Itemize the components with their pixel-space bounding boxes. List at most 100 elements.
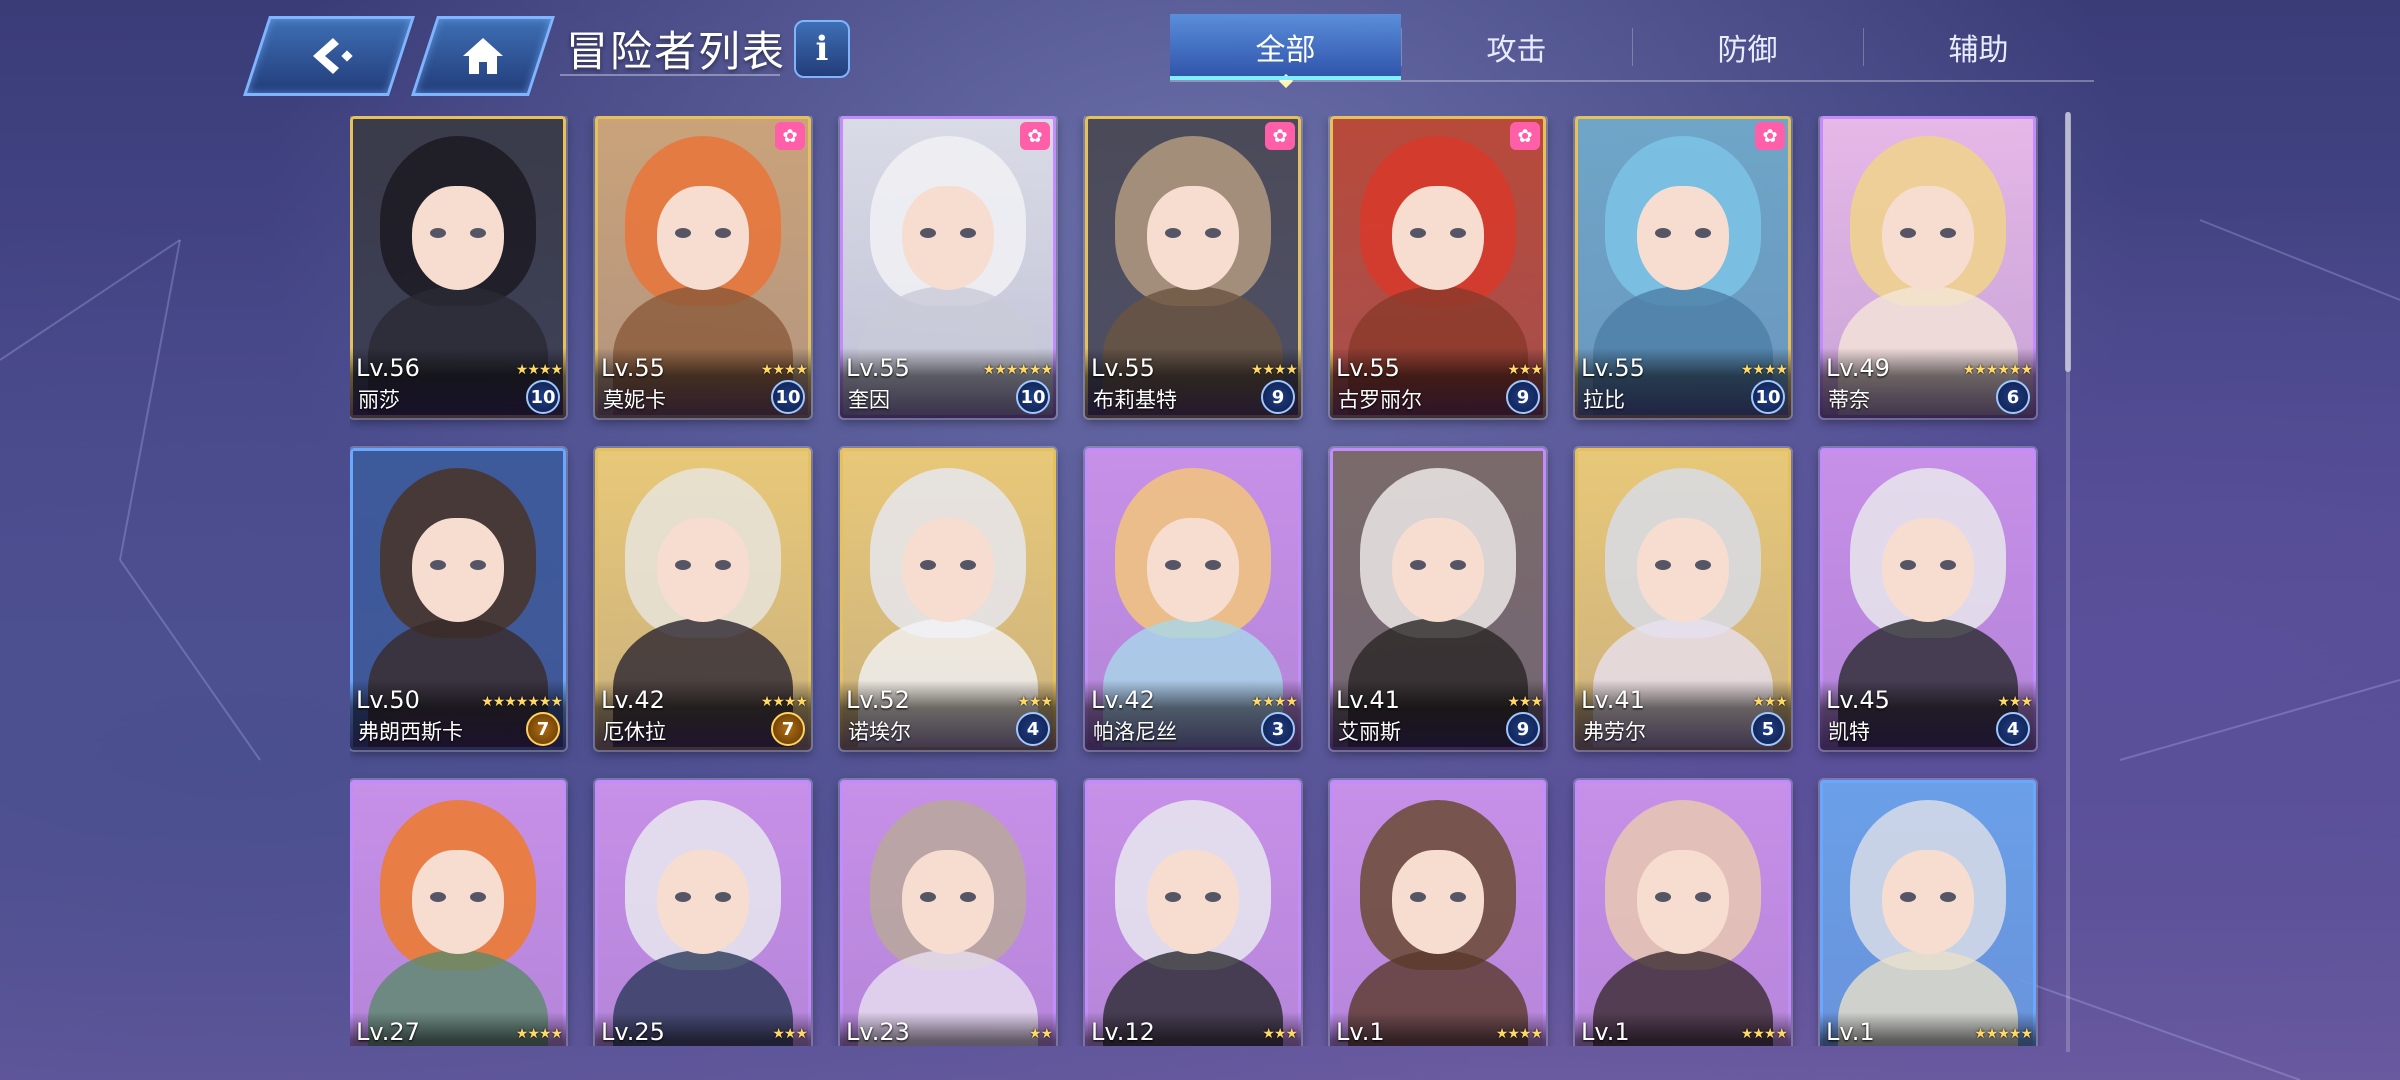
rank-badge: 9	[1261, 380, 1295, 414]
adventurer-card[interactable]: Lv.50 ★★★★★★★ 弗朗西斯卡 7	[350, 448, 566, 750]
adventurer-card[interactable]: Lv.42 ★★★★ 厄休拉 7	[595, 448, 811, 750]
rarity-frame	[1330, 780, 1546, 1046]
rarity-frame	[840, 780, 1056, 1046]
adventurer-card[interactable]: ✿ Lv.55 ★★★ 古罗丽尔 9	[1330, 116, 1546, 418]
adventurer-grid: Lv.56 ★★★★ 丽莎 10 ✿ Lv.55 ★★★★ 莫妮卡 10 ✿ Lv.55 ★★★★★★…	[350, 116, 2050, 1046]
star-rating: ★★★★	[760, 694, 808, 710]
level-label: Lv.50	[356, 686, 420, 714]
level-label: Lv.52	[846, 686, 910, 714]
level-label: Lv.12	[1091, 1018, 1155, 1046]
star-rating: ★★★	[1017, 694, 1053, 710]
adventurer-card[interactable]: ✿ Lv.55 ★★★★ 布莉基特 9	[1085, 116, 1301, 418]
paw-icon: ✿	[1265, 122, 1295, 150]
adventurer-card[interactable]: Lv.52 ★★★ 诺埃尔 4	[840, 448, 1056, 750]
star-rating: ★★★	[1752, 694, 1788, 710]
scrollbar-thumb[interactable]	[2065, 112, 2071, 372]
character-name: 弗朗西斯卡	[358, 720, 463, 744]
home-icon	[427, 19, 539, 93]
back-button[interactable]	[243, 16, 415, 96]
star-rating: ★★★	[1507, 362, 1543, 378]
rank-badge: 3	[1261, 712, 1295, 746]
level-label: Lv.42	[601, 686, 665, 714]
adventurer-card[interactable]: Lv.41 ★★★ 艾丽斯 9	[1330, 448, 1546, 750]
tab-label: 全部	[1255, 33, 1316, 68]
level-label: Lv.42	[1091, 686, 1155, 714]
rank-badge: 7	[526, 712, 560, 746]
star-rating: ★★★★	[515, 1026, 563, 1042]
tab-label: 攻击	[1486, 33, 1547, 68]
rarity-frame	[1575, 780, 1791, 1046]
adventurer-card[interactable]: ✿ Lv.55 ★★★★ 莫妮卡 10	[595, 116, 811, 418]
rank-badge: 10	[1751, 380, 1785, 414]
character-name: 诺埃尔	[848, 720, 911, 744]
level-label: Lv.45	[1826, 686, 1890, 714]
rank-badge: 9	[1506, 712, 1540, 746]
adventurer-card[interactable]: Lv.1 ★★★★	[1330, 780, 1546, 1046]
level-label: Lv.23	[846, 1018, 910, 1046]
character-name: 古罗丽尔	[1338, 388, 1422, 412]
paw-icon: ✿	[775, 122, 805, 150]
star-rating: ★★★★★	[1974, 1026, 2033, 1042]
adventurer-card[interactable]: Lv.42 ★★★★ 帕洛尼丝 3	[1085, 448, 1301, 750]
adventurer-card[interactable]: Lv.1 ★★★★	[1575, 780, 1791, 1046]
rank-badge: 7	[771, 712, 805, 746]
star-rating: ★★★★	[1250, 362, 1298, 378]
paw-icon: ✿	[1020, 122, 1050, 150]
tabs-divider	[1170, 80, 2094, 82]
character-name: 拉比	[1583, 388, 1625, 412]
level-label: Lv.56	[356, 354, 420, 382]
tab-label: 辅助	[1948, 33, 2009, 68]
star-rating: ★★★	[1997, 694, 2033, 710]
adventurer-card[interactable]: Lv.1 ★★★★★	[1820, 780, 2036, 1046]
adventurer-card[interactable]: Lv.27 ★★★★	[350, 780, 566, 1046]
level-label: Lv.1	[1826, 1018, 1875, 1046]
rank-badge: 9	[1506, 380, 1540, 414]
rank-badge: 6	[1996, 380, 2030, 414]
adventurer-card[interactable]: Lv.45 ★★★ 凯特 4	[1820, 448, 2036, 750]
home-button[interactable]	[411, 16, 555, 96]
level-label: Lv.55	[601, 354, 665, 382]
level-label: Lv.55	[1581, 354, 1645, 382]
level-label: Lv.41	[1581, 686, 1645, 714]
star-rating: ★★★★	[1740, 362, 1788, 378]
adventurer-card[interactable]: ✿ Lv.55 ★★★★ 拉比 10	[1575, 116, 1791, 418]
star-rating: ★★★★★★	[1962, 362, 2033, 378]
adventurer-card[interactable]: Lv.41 ★★★ 弗劳尔 5	[1575, 448, 1791, 750]
star-rating: ★★★★	[760, 362, 808, 378]
adventurer-card[interactable]: Lv.49 ★★★★★★ 蒂奈 6	[1820, 116, 2036, 418]
rank-badge: 4	[1016, 712, 1050, 746]
adventurer-card[interactable]: Lv.12 ★★★	[1085, 780, 1301, 1046]
back-arrow-icon	[259, 19, 399, 93]
rank-badge: 4	[1996, 712, 2030, 746]
adventurer-card[interactable]: Lv.23 ★★	[840, 780, 1056, 1046]
title-underline	[560, 74, 780, 76]
rarity-frame	[1085, 780, 1301, 1046]
star-rating: ★★★★	[1250, 694, 1298, 710]
character-name: 奎因	[848, 388, 890, 412]
character-name: 厄休拉	[603, 720, 666, 744]
star-rating: ★★★★	[1740, 1026, 1788, 1042]
character-name: 帕洛尼丝	[1093, 720, 1177, 744]
character-name: 布莉基特	[1093, 388, 1177, 412]
level-label: Lv.55	[846, 354, 910, 382]
tab-attack[interactable]: 攻击	[1401, 14, 1632, 80]
character-name: 蒂奈	[1828, 388, 1870, 412]
adventurer-card[interactable]: ✿ Lv.55 ★★★★★★ 奎因 10	[840, 116, 1056, 418]
tab-all[interactable]: 全部	[1170, 14, 1401, 89]
adventurer-card[interactable]: Lv.56 ★★★★ 丽莎 10	[350, 116, 566, 418]
level-label: Lv.27	[356, 1018, 420, 1046]
category-tabs: 全部 攻击 防御 辅助	[1170, 14, 2094, 89]
level-label: Lv.1	[1581, 1018, 1630, 1046]
star-rating: ★★★★★★★	[481, 694, 563, 710]
tab-label: 防御	[1717, 33, 1778, 68]
star-rating: ★★★	[1262, 1026, 1298, 1042]
star-rating: ★★★★	[1495, 1026, 1543, 1042]
adventurer-card[interactable]: Lv.25 ★★★	[595, 780, 811, 1046]
star-rating: ★★★	[1507, 694, 1543, 710]
rank-badge: 10	[526, 380, 560, 414]
level-label: Lv.55	[1336, 354, 1400, 382]
tab-defense[interactable]: 防御	[1632, 14, 1863, 80]
rarity-frame	[1820, 780, 2036, 1046]
info-button[interactable]: i	[794, 20, 850, 78]
tab-support[interactable]: 辅助	[1863, 14, 2094, 80]
